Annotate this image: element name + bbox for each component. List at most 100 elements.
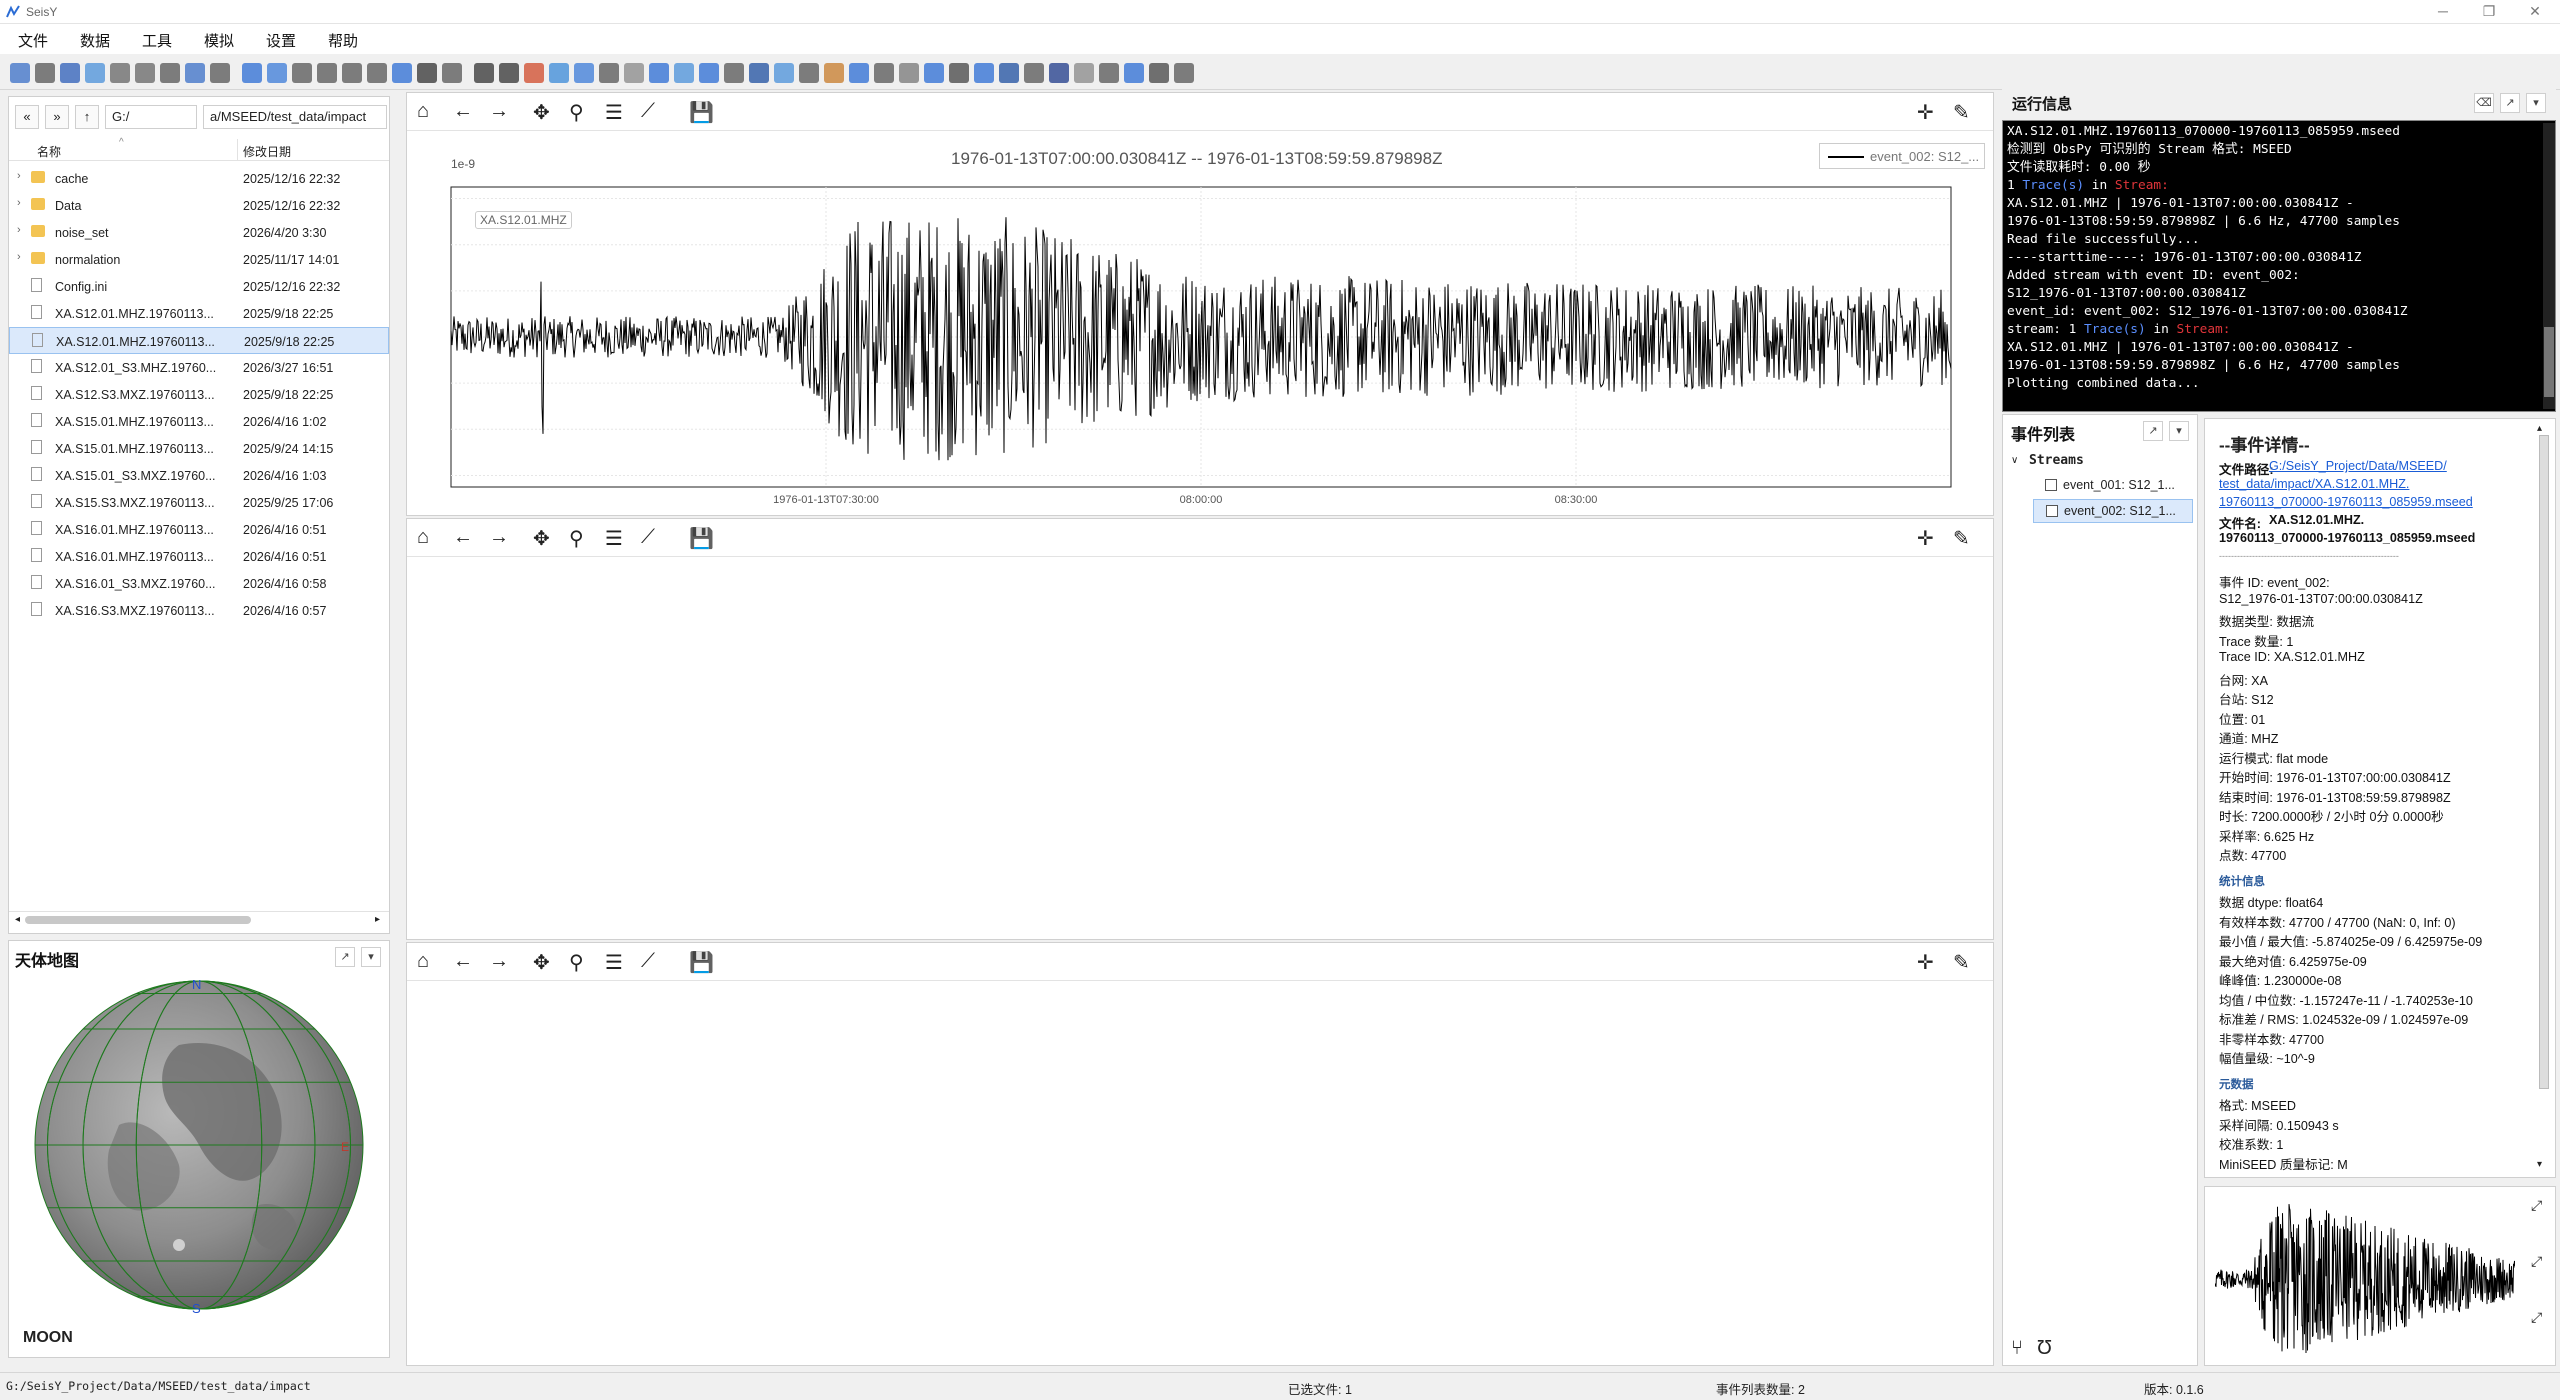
toolbar-tool-icon[interactable] (649, 63, 669, 83)
toolbar-tool-icon[interactable] (749, 63, 769, 83)
scroll-down-icon[interactable]: ▾ (2537, 1159, 2542, 1170)
toolbar-tool-icon[interactable] (267, 63, 287, 83)
up-button[interactable]: ↑ (75, 105, 99, 129)
toolbar-tool-icon[interactable] (624, 63, 644, 83)
minimize-button[interactable]: ─ (2420, 0, 2466, 24)
float-panel-button[interactable]: ↗ (2143, 421, 2163, 441)
home-icon[interactable]: ⌂ (417, 526, 429, 549)
file-row[interactable]: XA.S16.S3.MXZ.19760113... 2026/4/16 0:57 (9, 597, 389, 624)
toolbar-tool-icon[interactable] (1124, 63, 1144, 83)
file-row[interactable]: XA.S15.S3.MXZ.19760113... 2025/9/25 17:06 (9, 489, 389, 516)
pan-icon[interactable]: ✥ (533, 950, 550, 975)
forward-arrow-icon[interactable]: → (489, 950, 509, 973)
save-figure-icon[interactable]: 💾 (689, 526, 714, 551)
edit-axes-icon[interactable]: ⟋ (641, 526, 655, 549)
float-panel-button[interactable]: ↗ (335, 947, 355, 967)
toolbar-tool-icon[interactable] (549, 63, 569, 83)
toolbar-tool-icon[interactable] (1024, 63, 1044, 83)
float-panel-button[interactable]: ↗ (2500, 93, 2520, 113)
back-arrow-icon[interactable]: ← (453, 526, 473, 549)
crosshair-icon[interactable]: ✛ (1917, 950, 1934, 975)
toolbar-tool-icon[interactable] (210, 63, 230, 83)
forward-arrow-icon[interactable]: → (489, 100, 509, 123)
horizontal-scrollbar[interactable]: ◂ ▸ (9, 911, 389, 927)
back-arrow-icon[interactable]: ← (453, 100, 473, 123)
forward-button[interactable]: » (45, 105, 69, 129)
column-modified[interactable]: 修改日期 (243, 143, 291, 160)
crosshair-icon[interactable]: ✛ (1917, 100, 1934, 125)
merge-icon[interactable]: ⑂ (2011, 1337, 2023, 1360)
file-row[interactable]: XA.S16.01.MHZ.19760113... 2026/4/16 0:51 (9, 516, 389, 543)
log-scrollbar-thumb[interactable] (2544, 327, 2554, 397)
file-path-link[interactable]: test_data/impact/XA.S12.01.MHZ. (2219, 477, 2409, 491)
expand-arrow-icon[interactable]: › (17, 197, 21, 209)
collapse-icon[interactable]: ∨ (2011, 455, 2018, 466)
toolbar-tool-icon[interactable] (899, 63, 919, 83)
toolbar-tool-icon[interactable] (1149, 63, 1169, 83)
back-button[interactable]: « (15, 105, 39, 129)
toolbar-tool-icon[interactable] (849, 63, 869, 83)
file-path-link[interactable]: 19760113_070000-19760113_085959.mseed (2219, 495, 2473, 509)
menu-simulate[interactable]: 模拟 (204, 30, 234, 51)
drive-field[interactable]: G:/ (105, 105, 197, 129)
toolbar-tool-icon[interactable] (774, 63, 794, 83)
file-row[interactable]: XA.S15.01.MHZ.19760113... 2026/4/16 1:02 (9, 408, 389, 435)
subplots-config-icon[interactable]: ☰ (605, 100, 623, 125)
file-row[interactable]: XA.S12.S3.MXZ.19760113... 2025/9/18 22:25 (9, 381, 389, 408)
expand-arrow-icon[interactable]: › (17, 251, 21, 263)
subplots-config-icon[interactable]: ☰ (605, 526, 623, 551)
clear-log-icon[interactable]: ⌫ (2474, 93, 2494, 113)
toolbar-tool-icon[interactable] (724, 63, 744, 83)
expand-arrow-icon[interactable]: › (17, 170, 21, 182)
toolbar-tool-icon[interactable] (1099, 63, 1119, 83)
file-path-link[interactable]: G:/SeisY_Project/Data/MSEED/ (2269, 459, 2447, 473)
toolbar-tool-icon[interactable] (367, 63, 387, 83)
event-checkbox[interactable] (2045, 479, 2057, 491)
toolbar-tool-icon[interactable] (499, 63, 519, 83)
magnet-icon[interactable]: Ʊ (2037, 1337, 2052, 1360)
toolbar-tool-icon[interactable] (60, 63, 80, 83)
save-figure-icon[interactable]: 💾 (689, 950, 714, 975)
toolbar-tool-icon[interactable] (574, 63, 594, 83)
home-icon[interactable]: ⌂ (417, 100, 429, 123)
panel-menu-button[interactable]: ▾ (2169, 421, 2189, 441)
file-row[interactable]: Config.ini 2025/12/16 22:32 (9, 273, 389, 300)
zoom-icon[interactable]: ⚲ (569, 100, 584, 125)
pan-icon[interactable]: ✥ (533, 100, 550, 125)
edit-axes-icon[interactable]: ⟋ (641, 100, 655, 123)
file-row[interactable]: XA.S16.01_S3.MXZ.19760... 2026/4/16 0:58 (9, 570, 389, 597)
expand-icon[interactable]: ⤢ (2531, 1309, 2542, 1326)
toolbar-tool-icon[interactable] (1049, 63, 1069, 83)
toolbar-tool-icon[interactable] (35, 63, 55, 83)
expand-icon[interactable]: ⤢ (2531, 1197, 2542, 1214)
expand-icon[interactable]: ⤢ (2531, 1253, 2542, 1270)
menu-file[interactable]: 文件 (18, 30, 48, 51)
back-arrow-icon[interactable]: ← (453, 950, 473, 973)
menu-tools[interactable]: 工具 (142, 30, 172, 51)
toolbar-tool-icon[interactable] (292, 63, 312, 83)
toolbar-tool-icon[interactable] (474, 63, 494, 83)
file-row[interactable]: › normalation 2025/11/17 14:01 (9, 246, 389, 273)
toolbar-tool-icon[interactable] (442, 63, 462, 83)
column-name[interactable]: 名称 (37, 143, 61, 160)
streams-group[interactable]: Streams (2029, 453, 2084, 468)
toolbar-tool-icon[interactable] (599, 63, 619, 83)
file-row[interactable]: XA.S12.01.MHZ.19760113... 2025/9/18 22:25 (9, 327, 389, 354)
file-row[interactable]: XA.S12.01_S3.MHZ.19760... 2026/3/27 16:51 (9, 354, 389, 381)
toolbar-tool-icon[interactable] (392, 63, 412, 83)
toolbar-tool-icon[interactable] (10, 63, 30, 83)
toolbar-tool-icon[interactable] (949, 63, 969, 83)
pan-icon[interactable]: ✥ (533, 526, 550, 551)
toolbar-tool-icon[interactable] (924, 63, 944, 83)
scroll-left-icon[interactable]: ◂ (15, 914, 20, 925)
scrollbar-thumb[interactable] (25, 916, 251, 924)
pick-tool-icon[interactable]: ✎ (1953, 526, 1970, 551)
toolbar-tool-icon[interactable] (342, 63, 362, 83)
file-row[interactable]: › Data 2025/12/16 22:32 (9, 192, 389, 219)
toolbar-tool-icon[interactable] (160, 63, 180, 83)
crosshair-icon[interactable]: ✛ (1917, 526, 1934, 551)
pick-tool-icon[interactable]: ✎ (1953, 950, 1970, 975)
toolbar-tool-icon[interactable] (874, 63, 894, 83)
toolbar-tool-icon[interactable] (1074, 63, 1094, 83)
toolbar-tool-icon[interactable] (417, 63, 437, 83)
